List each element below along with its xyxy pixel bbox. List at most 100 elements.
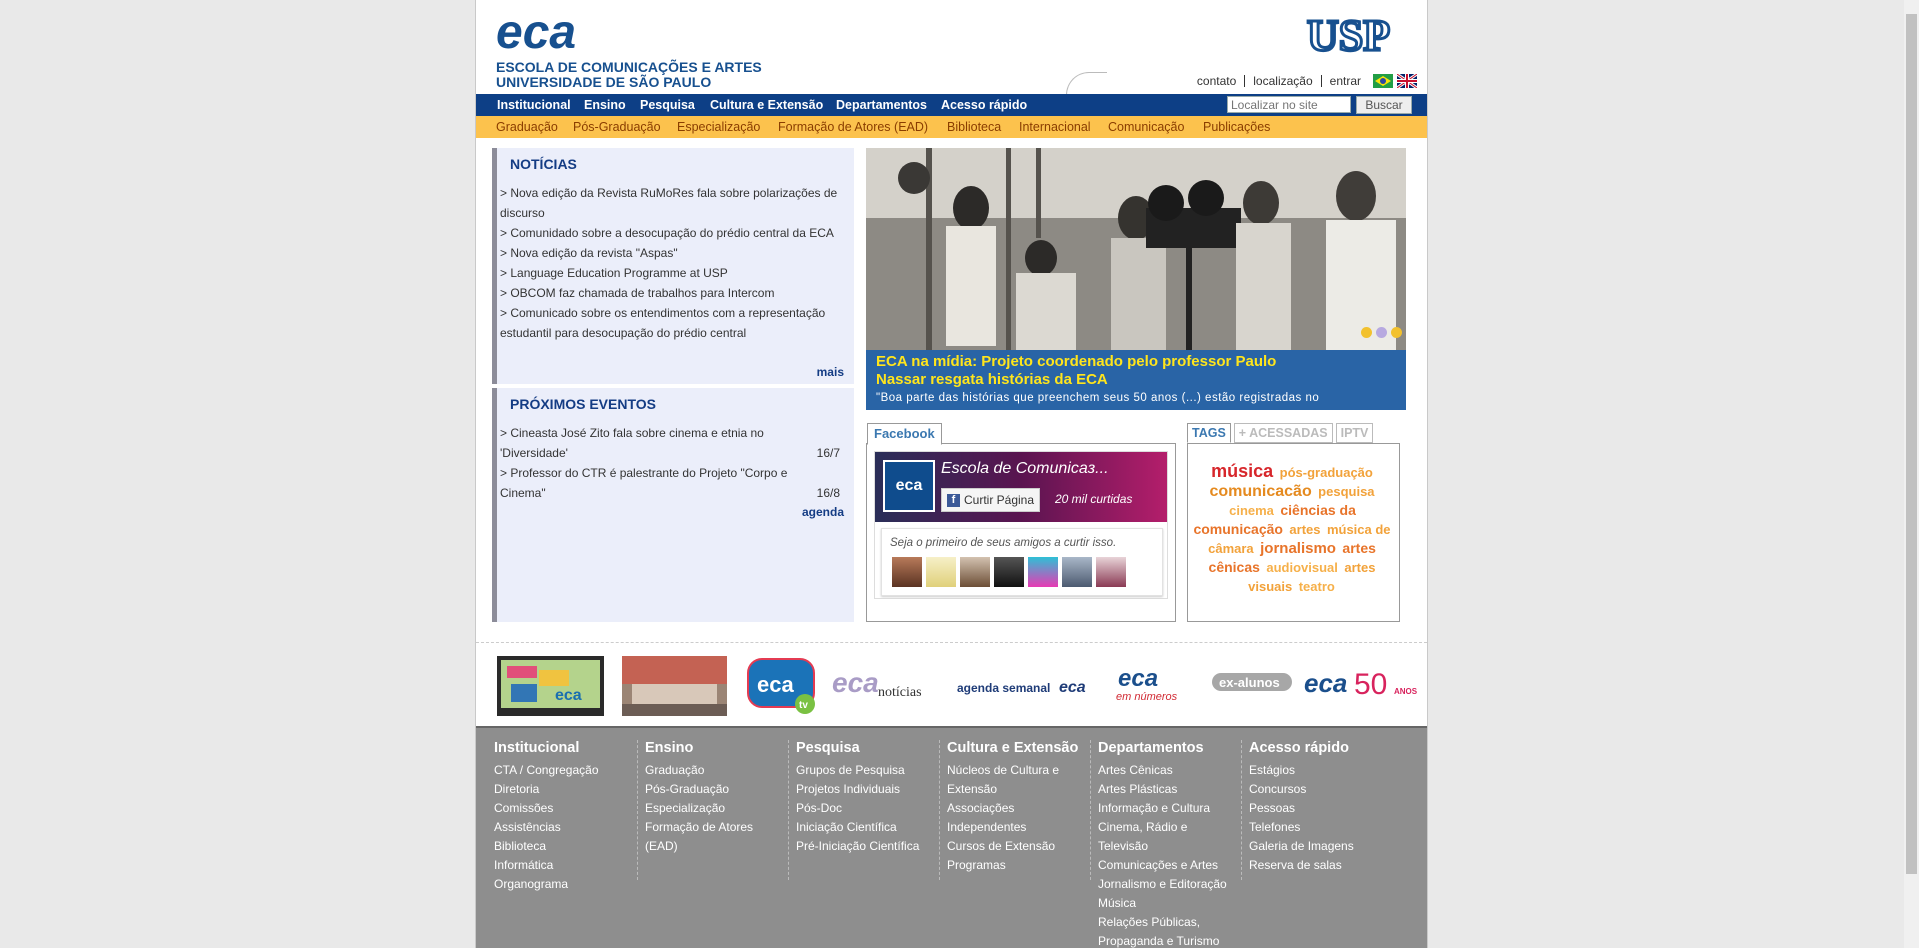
footer-link[interactable]: Pós-Graduação xyxy=(645,780,753,799)
footer-link[interactable]: Independentes xyxy=(947,818,1078,837)
footer-link[interactable]: Artes Plásticas xyxy=(1098,780,1227,799)
subnav-biblioteca[interactable]: Biblioteca xyxy=(947,120,1001,134)
eca-noticias-logo[interactable]: eca notícias xyxy=(832,666,942,706)
footer-heading[interactable]: Ensino xyxy=(645,740,753,756)
ex-alunos-logo[interactable]: ex-alunos xyxy=(1211,672,1293,694)
eca-logo[interactable]: eca xyxy=(496,12,586,54)
nav-pesquisa[interactable]: Pesquisa xyxy=(640,98,695,112)
avatar[interactable] xyxy=(1062,557,1092,587)
facebook-avatar[interactable]: eca xyxy=(883,460,935,512)
news-more-link[interactable]: mais xyxy=(817,365,844,379)
scrollbar[interactable] xyxy=(1904,0,1919,948)
tab-tags[interactable]: TAGS xyxy=(1187,423,1231,443)
news-item[interactable]: > Comunicado sobre os entendimentos com … xyxy=(500,303,848,343)
footer-link[interactable]: Jornalismo e Editoração xyxy=(1098,875,1227,894)
footer-link[interactable]: Especialização xyxy=(645,799,753,818)
news-item[interactable]: > Nova edição da revista "Aspas" xyxy=(500,243,848,263)
slider-dot[interactable] xyxy=(1376,327,1387,338)
footer-link[interactable]: Núcleos de Cultura e xyxy=(947,761,1078,780)
avatar[interactable] xyxy=(960,557,990,587)
footer-link[interactable]: Pós-Doc xyxy=(796,799,919,818)
event-item[interactable]: > Cineasta José Zito fala sobre cinema e… xyxy=(500,423,848,463)
eca-em-numeros-logo[interactable]: eca em números xyxy=(1112,664,1197,704)
footer-link[interactable]: Comunicações e Artes xyxy=(1098,856,1227,875)
avatar[interactable] xyxy=(1096,557,1126,587)
eca-50-anos-logo[interactable]: eca 50 ANOS xyxy=(1304,664,1419,704)
footer-link[interactable]: Comissões xyxy=(494,799,599,818)
eca-tv-logo[interactable]: eca tv xyxy=(747,658,817,714)
news-item[interactable]: > Nova edição da Revista RuMoRes fala so… xyxy=(500,183,848,223)
subnav-internacional[interactable]: Internacional xyxy=(1019,120,1091,134)
footer-link[interactable]: Propaganda e Turismo xyxy=(1098,932,1227,948)
footer-link[interactable]: Informação e Cultura xyxy=(1098,799,1227,818)
footer-link[interactable]: Televisão xyxy=(1098,837,1227,856)
subnav-formacao-atores[interactable]: Formação de Atores (EAD) xyxy=(778,120,928,134)
search-input[interactable] xyxy=(1227,96,1351,113)
footer-link[interactable]: Extensão xyxy=(947,780,1078,799)
subnav-comunicacao[interactable]: Comunicação xyxy=(1108,120,1184,134)
footer-link[interactable]: Cursos de Extensão xyxy=(947,837,1078,856)
footer-link[interactable]: Relações Públicas, xyxy=(1098,913,1227,932)
slider-title[interactable]: ECA na mídia: Projeto coordenado pelo pr… xyxy=(876,353,1316,389)
footer-link[interactable]: Reserva de salas xyxy=(1249,856,1354,875)
slider-dot[interactable] xyxy=(1361,327,1372,338)
footer-link[interactable]: Iniciação Científica xyxy=(796,818,919,837)
footer-link[interactable]: Artes Cênicas xyxy=(1098,761,1227,780)
footer-link[interactable]: Informática xyxy=(494,856,599,875)
avatar[interactable] xyxy=(1028,557,1058,587)
footer-link[interactable]: Programas xyxy=(947,856,1078,875)
tag-link[interactable]: teatro xyxy=(1299,579,1335,594)
nav-ensino[interactable]: Ensino xyxy=(584,98,626,112)
nav-departamentos[interactable]: Departamentos xyxy=(836,98,927,112)
uk-flag-icon[interactable] xyxy=(1397,74,1417,88)
graffiti-thumbnail[interactable] xyxy=(622,656,727,716)
nav-cultura-extensao[interactable]: Cultura e Extensão xyxy=(710,98,823,112)
slider-dot[interactable] xyxy=(1391,327,1402,338)
footer-link[interactable]: Grupos de Pesquisa xyxy=(796,761,919,780)
subnav-especializacao[interactable]: Especialização xyxy=(677,120,760,134)
nav-institucional[interactable]: Institucional xyxy=(497,98,571,112)
eca-site-thumbnail-logo[interactable]: eca xyxy=(497,656,604,716)
localizacao-link[interactable]: localização xyxy=(1245,75,1322,87)
agenda-semanal-logo[interactable]: agenda semanal eca xyxy=(957,674,1097,704)
nav-acesso-rapido[interactable]: Acesso rápido xyxy=(941,98,1027,112)
avatar[interactable] xyxy=(994,557,1024,587)
scrollbar-thumb[interactable] xyxy=(1906,14,1917,874)
subnav-graduacao[interactable]: Graduação xyxy=(496,120,558,134)
usp-logo[interactable]: USP xyxy=(1305,14,1405,54)
footer-link[interactable]: Associações xyxy=(947,799,1078,818)
tab-iptv[interactable]: IPTV xyxy=(1335,423,1374,443)
slider-caption[interactable]: ECA na mídia: Projeto coordenado pelo pr… xyxy=(866,350,1406,410)
footer-heading[interactable]: Departamentos xyxy=(1098,740,1227,756)
tag-link[interactable]: cinema xyxy=(1229,503,1274,518)
footer-link[interactable]: Estágios xyxy=(1249,761,1354,780)
subnav-pos-graduacao[interactable]: Pós-Graduação xyxy=(573,120,661,134)
search-button[interactable]: Buscar xyxy=(1356,96,1412,114)
entrar-link[interactable]: entrar xyxy=(1322,75,1369,87)
brazil-flag-icon[interactable] xyxy=(1373,74,1393,88)
footer-heading[interactable]: Pesquisa xyxy=(796,740,919,756)
footer-link[interactable]: Galeria de Imagens xyxy=(1249,837,1354,856)
footer-link[interactable]: Concursos xyxy=(1249,780,1354,799)
tag-link[interactable]: pós-graduação xyxy=(1280,465,1373,480)
footer-link[interactable]: (EAD) xyxy=(645,837,753,856)
footer-link[interactable]: Assistências xyxy=(494,818,599,837)
tag-link[interactable]: artes xyxy=(1289,522,1320,537)
facebook-page-plugin[interactable]: eca Escola de Comunicaз... f Curtir Págin… xyxy=(874,451,1168,599)
facebook-page-name[interactable]: Escola de Comunicaз... xyxy=(941,460,1109,478)
events-agenda-link[interactable]: agenda xyxy=(802,505,844,519)
footer-heading[interactable]: Institucional xyxy=(494,740,599,756)
footer-link[interactable]: Organograma xyxy=(494,875,599,894)
tag-link[interactable]: comunicacão xyxy=(1209,483,1311,500)
footer-link[interactable]: Formação de Atores xyxy=(645,818,753,837)
featured-photo[interactable] xyxy=(866,148,1406,350)
subnav-publicacoes[interactable]: Publicações xyxy=(1203,120,1270,134)
news-item[interactable]: > Language Education Programme at USP xyxy=(500,263,848,283)
footer-heading[interactable]: Cultura e Extensão xyxy=(947,740,1078,756)
featured-slider[interactable]: ECA na mídia: Projeto coordenado pelo pr… xyxy=(866,148,1406,410)
event-item[interactable]: > Professor do CTR é palestrante do Proj… xyxy=(500,463,848,503)
footer-link[interactable]: Pré-Iniciação Científica xyxy=(796,837,919,856)
tag-link[interactable]: música xyxy=(1211,461,1273,481)
avatar[interactable] xyxy=(926,557,956,587)
footer-link[interactable]: Projetos Individuais xyxy=(796,780,919,799)
